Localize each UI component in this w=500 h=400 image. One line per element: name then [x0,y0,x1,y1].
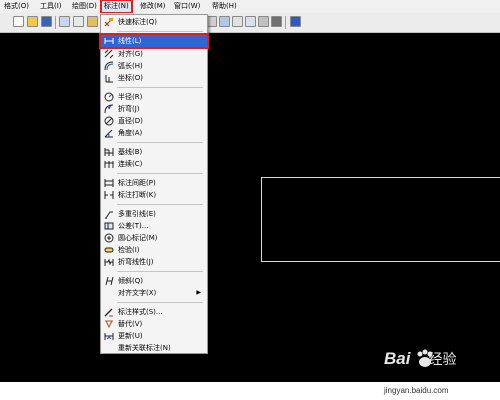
publish-icon[interactable] [87,16,98,27]
menu-separator [117,173,203,174]
linear-dimension-icon [104,38,114,44]
center-mark-icon [104,233,114,243]
menu-item-inspection[interactable]: 检验(I) [101,244,207,256]
menu-item-radius[interactable]: 半径(R) [101,91,207,103]
menu-item-align-text[interactable]: 对齐文字(X) ▶ [101,287,207,299]
diameter-icon [104,116,114,126]
dimension-style-icon [104,308,113,317]
print-icon[interactable] [59,16,70,27]
markup-icon[interactable] [258,16,269,27]
quick-dimension-icon [104,17,114,27]
menu-item-aligned[interactable]: 对齐(G) [101,48,207,60]
menu-item-multileader[interactable]: 多重引线(E) [101,208,207,220]
menu-format[interactable]: 格式(O) [2,1,31,12]
menu-item-oblique[interactable]: 倾斜(Q) [101,275,207,287]
calculator-icon[interactable] [271,16,282,27]
save-icon[interactable] [41,16,52,27]
tool-palette-icon[interactable] [232,16,243,27]
override-icon [105,320,113,329]
menu-item-dimension-break[interactable]: 标注打断(K) [101,189,207,201]
menu-window[interactable]: 窗口(W) [172,1,202,12]
submenu-arrow-icon: ▶ [196,289,201,296]
radius-icon [104,92,114,102]
menu-item-jogged[interactable]: 折弯(J) [101,103,207,115]
menu-tools[interactable]: 工具(I) [38,1,64,12]
menu-help[interactable]: 帮助(H) [210,1,239,12]
menu-modify[interactable]: 修改(M) [138,1,168,12]
oblique-icon [105,276,114,286]
menu-separator [117,271,203,272]
dimension-space-icon [104,179,114,187]
arc-length-icon [104,61,114,71]
tolerance-icon [104,222,114,230]
jogged-linear-icon [104,258,114,266]
dimension-dropdown-menu: 快速标注(Q) 线性(L) 对齐(G) 弧长(H) 坐标(O) 半径(R) 折弯… [99,14,209,354]
menu-item-diameter[interactable]: 直径(D) [101,115,207,127]
sheet-set-icon[interactable] [245,16,256,27]
menu-item-reassociate[interactable]: 重新关联标注(N) [101,342,207,354]
jogged-icon [104,104,114,114]
menu-item-quick-dimension[interactable]: 快速标注(Q) [101,16,207,28]
menu-item-update[interactable]: 更新(U) [101,330,207,342]
aligned-dimension-icon [104,49,114,59]
menu-item-center-mark[interactable]: 圆心标记(M) [101,232,207,244]
dimension-break-icon [104,191,114,199]
menu-bar: 格式(O) 工具(I) 绘图(D) 标注(N) 修改(M) 窗口(W) 帮助(H… [0,0,500,14]
menu-separator [117,31,203,32]
menu-separator [117,87,203,88]
baseline-icon [104,148,114,156]
menu-item-dimension-space[interactable]: 标注间距(P) [101,177,207,189]
drawing-canvas[interactable] [0,33,500,382]
menu-item-angular[interactable]: 角度(A) [101,127,207,139]
menu-item-tolerance[interactable]: 公差(T)... [101,220,207,232]
menu-item-jogged-linear[interactable]: 折弯线性(J) [101,256,207,268]
design-center-icon[interactable] [219,16,230,27]
baidu-paw-icon [417,349,433,367]
update-icon [104,333,114,340]
drawn-rectangle[interactable] [261,177,500,262]
open-folder-icon[interactable] [27,16,38,27]
watermark-site-url: jingyan.baidu.com [384,386,449,395]
menu-separator [117,142,203,143]
menu-item-dimension-style[interactable]: 标注样式(S)... [101,306,207,318]
toolbar-separator [55,16,56,29]
ordinate-icon [105,75,113,83]
menu-draw[interactable]: 绘图(D) [70,1,99,12]
menu-item-baseline[interactable]: 基线(B) [101,146,207,158]
menu-item-ordinate[interactable]: 坐标(O) [101,72,207,84]
plot-preview-icon[interactable] [73,16,84,27]
standard-toolbar [0,13,500,33]
new-file-icon[interactable] [13,16,24,27]
help-icon[interactable] [290,16,301,27]
toolbar-separator [285,16,286,29]
angular-icon [104,129,113,138]
multileader-icon [105,211,113,219]
menu-separator [117,204,203,205]
menu-item-linear[interactable]: 线性(L) [99,33,209,49]
menu-dimension[interactable]: 标注(N) [100,0,133,14]
menu-item-arc-length[interactable]: 弧长(H) [101,60,207,72]
inspection-icon [104,247,114,253]
menu-separator [117,302,203,303]
menu-item-continue[interactable]: 连续(C) [101,158,207,170]
menu-item-override[interactable]: 替代(V) [101,318,207,330]
continue-icon [104,161,114,168]
